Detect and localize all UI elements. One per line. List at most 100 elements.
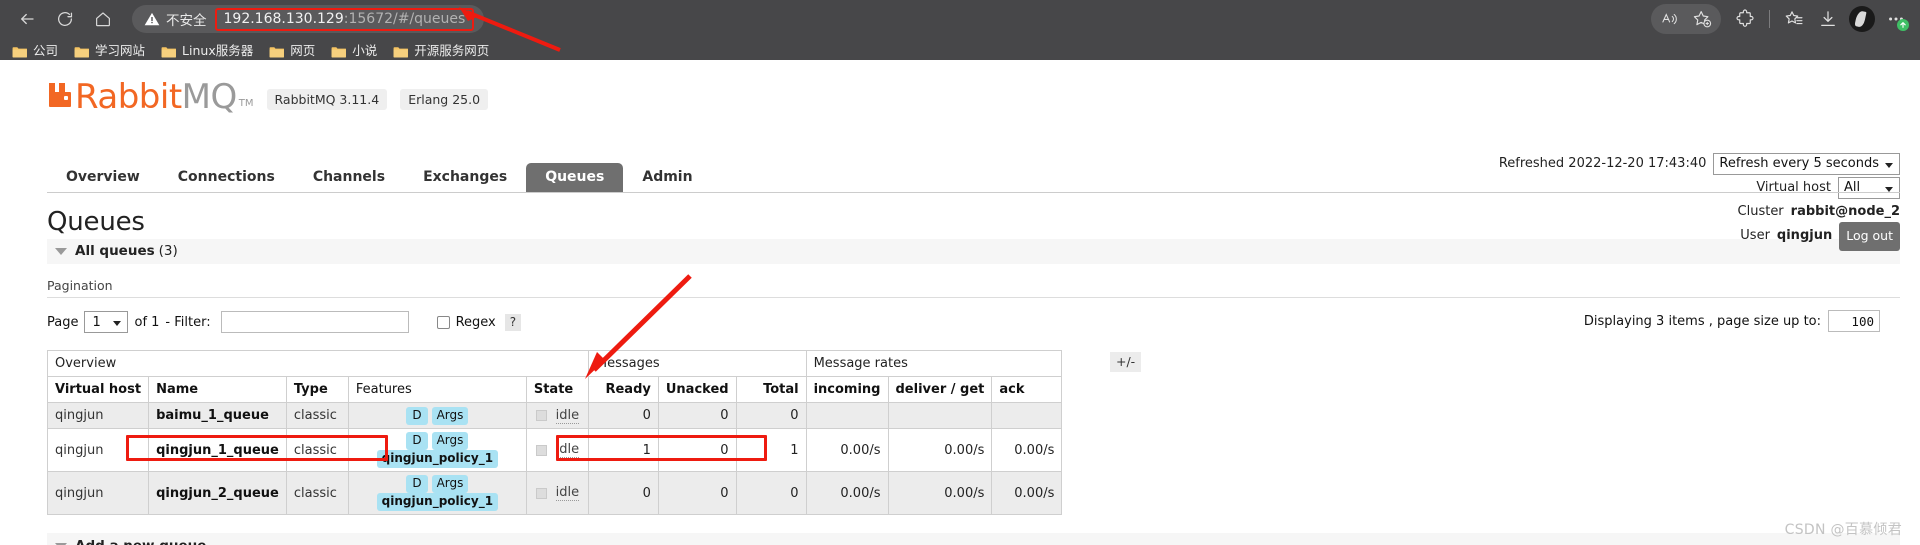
pagination-controls: Page 1 of 1 - Filter: Regex ? Displaying… [47,310,1900,334]
settings-more-icon[interactable] [1880,4,1912,34]
tab-channels[interactable]: Channels [294,163,404,192]
reload-icon[interactable] [48,2,82,36]
bookmark-item[interactable]: 小说 [328,39,385,59]
folder-icon [74,43,90,58]
bookmark-item[interactable]: Linux服务器 [158,39,261,59]
browser-toolbar-right [1651,0,1912,38]
page-of-label: of 1 [134,314,160,330]
tab-overview[interactable]: Overview [47,163,159,192]
url-text[interactable]: 192.168.130.129:15672/#/queues [214,7,475,31]
cell-deliver-get: 0.00/s [887,471,993,515]
tab-connections[interactable]: Connections [159,163,294,192]
col-state[interactable]: State [525,376,589,403]
folder-icon [12,43,28,58]
cell-ack: 0.00/s [991,471,1063,515]
all-queues-count: (3) [158,243,178,259]
pagination-heading: Pagination [47,278,1900,298]
url-host: 192.168.130.129 [223,10,344,27]
collections-icon[interactable] [1778,4,1810,34]
table-row[interactable]: qingjun qingjun_2_queue classic D Argsqin… [46,471,1063,515]
extensions-icon[interactable] [1729,4,1761,34]
logo-mq-text: MQ [181,77,238,117]
displaying-label: Displaying 3 items , page size up to: [1583,313,1821,329]
tab-admin[interactable]: Admin [623,163,711,192]
group-header-message-rates: Message rates [805,350,1063,377]
logout-button[interactable]: Log out [1839,221,1900,251]
cell-state: idle [525,471,589,515]
col-ack[interactable]: ack [991,376,1063,403]
rabbitmq-mark-icon [47,81,73,112]
folder-icon [269,43,285,58]
update-badge-icon [1897,19,1909,31]
page-size-input[interactable]: 100 [1828,310,1880,332]
bookmark-item[interactable]: 网页 [266,39,323,59]
address-bar[interactable]: 不安全 192.168.130.129:15672/#/queues [132,5,485,33]
avatar [1849,6,1875,32]
feature-badge-args: Args [431,406,469,425]
rabbitmq-management-page: Rabbit MQ TM RabbitMQ 3.11.4 Erlang 25.0 R… [0,60,1920,545]
tab-exchanges[interactable]: Exchanges [404,163,526,192]
bookmark-item[interactable]: 公司 [9,39,66,59]
rabbitmq-version-badge: RabbitMQ 3.11.4 [266,89,388,110]
col-name[interactable]: Name [148,376,287,403]
queues-table: Overview Messages Message rates Virtual … [46,350,1063,515]
col-incoming[interactable]: incoming [805,376,889,403]
state-label: idle [555,442,580,458]
folder-icon [331,43,347,58]
cell-unacked: 0 [657,402,737,429]
col-virtual-host[interactable]: Virtual host [46,376,150,403]
col-type[interactable]: Type [285,376,349,403]
bookmark-label: Linux服务器 [182,42,254,58]
main-nav-tabs: Overview Connections Channels Exchanges … [47,160,1900,193]
feature-badge-policy: qingjun_policy_1 [376,450,499,468]
read-aloud-icon[interactable] [1654,4,1686,34]
cell-features: D Argsqingjun_policy_1 [347,428,527,472]
queues-table-wrapper: Overview Messages Message rates Virtual … [46,274,1142,515]
cell-name[interactable]: qingjun_1_queue [148,428,287,472]
cell-total: 0 [735,471,807,515]
cell-vhost: qingjun [46,428,150,472]
table-row[interactable]: qingjun qingjun_1_queue classic D Argsqin… [46,428,1063,472]
filter-label: - Filter: [165,314,211,330]
add-favorite-icon[interactable] [1686,4,1718,34]
col-unacked[interactable]: Unacked [657,376,737,403]
back-arrow-icon[interactable] [10,2,44,36]
feature-badge-args: Args [431,432,469,450]
cell-ack: 0.00/s [991,428,1063,472]
state-label: idle [555,407,580,424]
table-row[interactable]: qingjun baimu_1_queue classic D Args idle [46,402,1063,429]
browser-toolbar: 不安全 192.168.130.129:15672/#/queues [0,0,1920,38]
regex-help-icon[interactable]: ? [504,313,522,331]
column-toggle-button[interactable]: +/- [1110,352,1142,372]
cell-total: 1 [735,428,807,472]
cell-state: idle [525,428,589,472]
user-label: User [1740,228,1770,243]
cell-type: classic [285,402,349,429]
col-total[interactable]: Total [735,376,807,403]
cell-ready: 1 [587,428,659,472]
table-group-header-row: Overview Messages Message rates [47,350,1063,377]
profile-avatar[interactable] [1846,4,1878,34]
bookmark-item[interactable]: 学习网站 [71,39,153,59]
filter-input[interactable] [220,311,409,333]
table-column-header-row: Virtual host Name Type Features State Re… [46,376,1063,403]
cell-name[interactable]: qingjun_2_queue [148,471,287,515]
state-label: idle [555,485,580,501]
cell-type: classic [285,471,349,515]
page-select[interactable]: 1 [84,311,129,333]
add-queue-section-header[interactable]: Add a new queue [47,533,1900,545]
cell-total: 0 [735,402,807,429]
downloads-icon[interactable] [1812,4,1844,34]
erlang-version-badge: Erlang 25.0 [400,89,489,110]
cell-name[interactable]: baimu_1_queue [148,402,287,429]
rabbitmq-logo[interactable]: Rabbit MQ TM [47,80,254,114]
col-deliver-get[interactable]: deliver / get [887,376,993,403]
regex-checkbox[interactable] [436,315,450,329]
page-content: Queues All queues (3) Pagination Page 1 … [0,207,1920,545]
home-icon[interactable] [86,2,120,36]
tab-queues[interactable]: Queues [526,163,624,192]
col-ready[interactable]: Ready [587,376,659,403]
bookmark-item[interactable]: 开源服务网页 [390,39,497,59]
cell-ready: 0 [587,402,659,429]
cell-unacked: 0 [657,471,737,515]
